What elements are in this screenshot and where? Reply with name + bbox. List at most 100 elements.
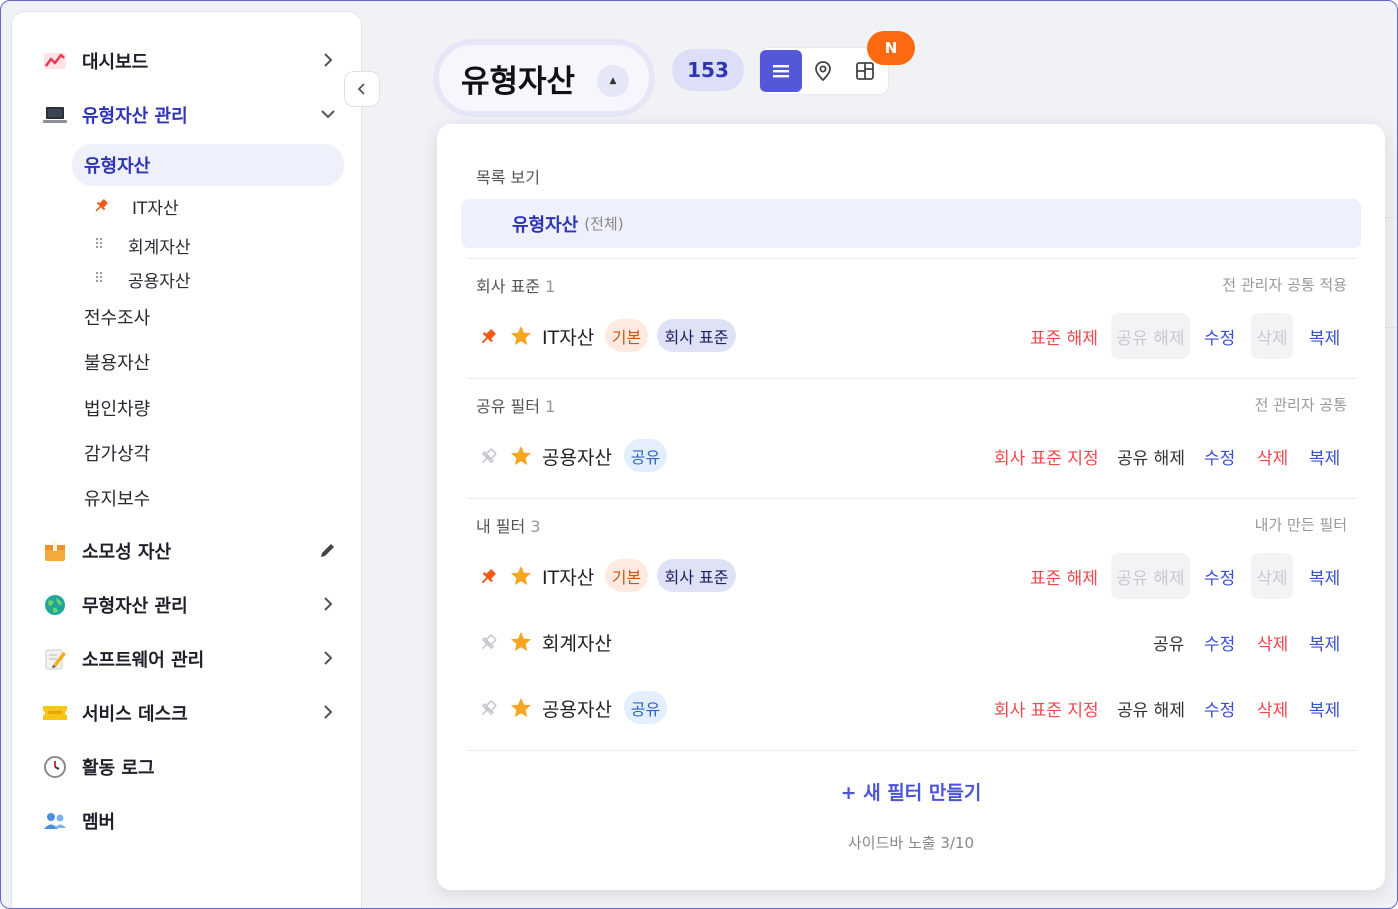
pin-outline-icon[interactable] xyxy=(477,632,499,654)
list-view-heading: 목록 보기 xyxy=(476,168,540,187)
section-title-shared-filters: 공유 필터 1 xyxy=(476,397,556,416)
unshare-button[interactable]: 공유 해제 xyxy=(1111,313,1190,359)
sidebar-filter-shared-assets[interactable]: ⠿ 공용자산 xyxy=(94,266,191,292)
new-badge: N xyxy=(867,31,915,65)
sidebar: 대시보드 유형자산 관리 유형자산 IT자산 ⠿ 회계자산 ⠿ 공용자산 전수조… xyxy=(11,11,362,908)
section-title-company-standard: 회사 표준 1 xyxy=(476,277,556,296)
section-note: 전 관리자 공통 xyxy=(1254,396,1347,414)
layout-icon xyxy=(856,62,874,80)
shared-tag: 공유 xyxy=(624,439,667,472)
share-button[interactable]: 공유 xyxy=(1153,619,1184,665)
count-badge: 153 xyxy=(672,49,744,91)
people-icon xyxy=(42,808,68,834)
delete-button[interactable]: 삭제 xyxy=(1257,619,1288,665)
sidebar-item-activity-log[interactable]: 활동 로그 xyxy=(42,752,342,782)
star-filled-icon[interactable] xyxy=(509,324,533,348)
sidebar-item-intangible[interactable]: 무형자산 관리 xyxy=(42,590,342,620)
set-company-standard-button[interactable]: 회사 표준 지정 xyxy=(994,685,1099,731)
all-assets-option[interactable]: 유형자산 (전체) xyxy=(461,199,1361,248)
sidebar-subitem-disused[interactable]: 불용자산 xyxy=(84,351,150,377)
unset-standard-button[interactable]: 표준 해제 xyxy=(1030,553,1098,599)
duplicate-button[interactable]: 복제 xyxy=(1309,685,1340,731)
company-standard-tag: 회사 표준 xyxy=(657,559,736,592)
star-filled-icon[interactable] xyxy=(509,630,533,654)
bg-divider xyxy=(1385,217,1397,218)
default-tag: 기본 xyxy=(605,559,648,592)
sidebar-item-dashboard[interactable]: 대시보드 xyxy=(42,46,342,76)
filter-row: IT자산 기본 회사 표준 표준 해제 공유 해제 수정 삭제 복제 xyxy=(437,313,1385,359)
sidebar-subitem-maintenance[interactable]: 유지보수 xyxy=(84,487,150,513)
sidebar-item-software[interactable]: 소프트웨어 관리 xyxy=(42,644,342,674)
star-filled-icon[interactable] xyxy=(509,444,533,468)
duplicate-button[interactable]: 복제 xyxy=(1309,433,1340,479)
edit-button[interactable]: 수정 xyxy=(1204,313,1235,359)
filter-dropdown-panel: 목록 보기 유형자산 (전체) 회사 표준 1 전 관리자 공통 적용 IT자산… xyxy=(437,124,1385,890)
chevron-right-icon xyxy=(324,705,333,719)
edit-button[interactable]: 수정 xyxy=(1204,619,1235,665)
page-title: 유형자산 xyxy=(461,63,576,100)
duplicate-button[interactable]: 복제 xyxy=(1309,619,1340,665)
chevron-down-icon xyxy=(321,110,335,119)
box-icon xyxy=(42,538,68,564)
section-title-my-filters: 내 필터 3 xyxy=(476,517,541,536)
drag-handle-icon[interactable]: ⠿ xyxy=(94,237,108,253)
create-filter-button[interactable]: + 새 필터 만들기 xyxy=(437,778,1385,805)
delete-button[interactable]: 삭제 xyxy=(1251,553,1293,599)
unshare-button[interactable]: 공유 해제 xyxy=(1117,685,1185,731)
filter-row: IT자산 기본 회사 표준 표준 해제 공유 해제 수정 삭제 복제 xyxy=(437,553,1385,599)
sidebar-subitem-vehicles[interactable]: 법인차량 xyxy=(84,397,150,423)
filter-row: 공용자산 공유 회사 표준 지정 공유 해제 수정 삭제 복제 xyxy=(437,685,1385,731)
sidebar-subitem-inventory-check[interactable]: 전수조사 xyxy=(84,306,150,332)
memo-icon xyxy=(42,646,68,672)
pin-outline-icon[interactable] xyxy=(477,446,499,468)
sidebar-collapse-button[interactable] xyxy=(344,71,380,107)
unshare-button[interactable]: 공유 해제 xyxy=(1111,553,1190,599)
sidebar-subitem-tangible[interactable]: 유형자산 xyxy=(72,144,344,186)
map-view-button[interactable] xyxy=(802,50,844,92)
sidebar-item-members[interactable]: 멤버 xyxy=(42,806,342,836)
duplicate-button[interactable]: 복제 xyxy=(1309,553,1340,599)
view-selector-dropdown[interactable]: 유형자산 ▲ xyxy=(433,39,655,117)
delete-button[interactable]: 삭제 xyxy=(1251,313,1293,359)
sidebar-item-consumables[interactable]: 소모성 자산 xyxy=(42,536,342,566)
edit-pencil-icon[interactable] xyxy=(318,540,338,560)
star-filled-icon[interactable] xyxy=(509,564,533,588)
delete-button[interactable]: 삭제 xyxy=(1257,433,1288,479)
drag-handle-icon[interactable]: ⠿ xyxy=(94,271,108,287)
app-window: 대시보드 유형자산 관리 유형자산 IT자산 ⠿ 회계자산 ⠿ 공용자산 전수조… xyxy=(0,0,1398,909)
laptop-icon xyxy=(42,102,68,128)
edit-button[interactable]: 수정 xyxy=(1204,433,1235,479)
list-view-button[interactable] xyxy=(760,50,802,92)
chevron-left-icon xyxy=(357,83,365,95)
default-tag: 기본 xyxy=(605,319,648,352)
filter-row: 공용자산 공유 회사 표준 지정 공유 해제 수정 삭제 복제 xyxy=(437,433,1385,479)
set-company-standard-button[interactable]: 회사 표준 지정 xyxy=(994,433,1099,479)
sidebar-filter-accounting-assets[interactable]: ⠿ 회계자산 xyxy=(94,232,191,258)
pin-filled-icon[interactable] xyxy=(477,326,499,348)
section-note: 전 관리자 공통 적용 xyxy=(1222,276,1347,294)
list-icon xyxy=(773,65,789,78)
unset-standard-button[interactable]: 표준 해제 xyxy=(1030,313,1098,359)
pin-filled-icon[interactable] xyxy=(477,566,499,588)
sidebar-visibility-count: 사이드바 노출 3/10 xyxy=(847,834,975,852)
bg-divider xyxy=(1385,327,1397,328)
edit-button[interactable]: 수정 xyxy=(1204,553,1235,599)
delete-button[interactable]: 삭제 xyxy=(1257,685,1288,731)
sidebar-item-tangible-assets[interactable]: 유형자산 관리 xyxy=(42,100,342,130)
duplicate-button[interactable]: 복제 xyxy=(1309,313,1340,359)
shared-tag: 공유 xyxy=(624,691,667,724)
chevron-right-icon xyxy=(324,53,333,67)
pin-outline-icon[interactable] xyxy=(477,698,499,720)
edit-button[interactable]: 수정 xyxy=(1204,685,1235,731)
chevron-right-icon xyxy=(324,597,333,611)
sidebar-subitem-depreciation[interactable]: 감가상각 xyxy=(84,442,150,468)
chart-icon xyxy=(42,48,68,74)
clock-icon xyxy=(42,754,68,780)
caret-up-icon: ▲ xyxy=(597,65,629,97)
star-filled-icon[interactable] xyxy=(509,696,533,720)
chevron-right-icon xyxy=(324,651,333,665)
sidebar-item-service-desk[interactable]: 서비스 데스크 xyxy=(42,698,342,728)
sidebar-filter-it-assets[interactable]: IT자산 xyxy=(92,193,179,219)
unshare-button[interactable]: 공유 해제 xyxy=(1117,433,1185,479)
location-pin-icon xyxy=(815,61,831,82)
